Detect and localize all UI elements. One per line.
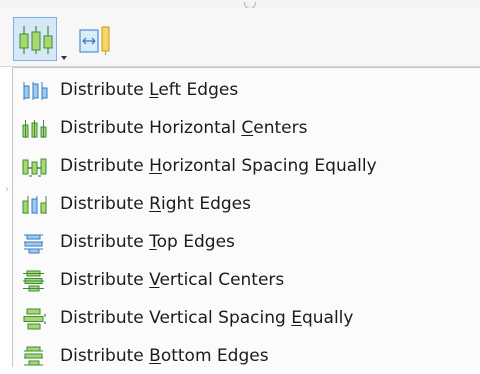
distribute-vertical-spacing-icon — [23, 308, 46, 330]
menu-item-label: Distribute Left Edges — [60, 80, 239, 100]
menu-item-label: Distribute Vertical Spacing Equally — [60, 308, 354, 328]
menu-item-distribute-left-edges[interactable]: Distribute Left Edges — [13, 72, 480, 108]
menu-item-distribute-bottom-edges[interactable]: Distribute Bottom Edges — [13, 338, 480, 374]
distribute-horizontal-icon — [19, 26, 53, 54]
distribute-left-edges-icon — [23, 82, 48, 100]
menu-item-distribute-vertical-centers[interactable]: Distribute Vertical Centers — [13, 262, 480, 298]
menu-item-distribute-horizontal-centers[interactable]: Distribute Horizontal Centers — [13, 110, 480, 146]
menu-item-distribute-top-edges[interactable]: Distribute Top Edges — [13, 224, 480, 260]
menu-item-label: Distribute Vertical Centers — [60, 270, 285, 290]
background-artifact: › — [5, 184, 9, 195]
fit-width-button[interactable] — [72, 17, 116, 61]
distribute-dropdown-button[interactable] — [13, 17, 67, 61]
chevron-down-icon — [61, 56, 67, 60]
distribute-top-edges-icon — [24, 234, 43, 254]
distribute-right-edges-icon — [22, 196, 47, 214]
toolbar — [0, 8, 480, 67]
menu-item-label: Distribute Horizontal Spacing Equally — [60, 156, 377, 176]
distribute-horizontal-centers-icon — [22, 120, 47, 138]
distribute-horizontal-spacing-icon — [22, 158, 47, 177]
menu-item-distribute-horizontal-spacing[interactable]: Distribute Horizontal Spacing Equally — [13, 148, 480, 184]
menu-item-label: Distribute Right Edges — [60, 194, 251, 214]
menu-item-distribute-vertical-spacing[interactable]: Distribute Vertical Spacing Equally — [13, 300, 480, 336]
menu-item-label: Distribute Bottom Edges — [60, 346, 269, 366]
menu-item-label: Distribute Horizontal Centers — [60, 118, 308, 138]
menu-item-label: Distribute Top Edges — [60, 232, 235, 252]
fit-width-icon — [79, 26, 110, 55]
menu-item-distribute-right-edges[interactable]: Distribute Right Edges — [13, 186, 480, 222]
distribute-vertical-centers-icon — [23, 270, 44, 292]
distribute-menu: Distribute Left Edges Distribute Horizon… — [12, 67, 480, 367]
distribute-bottom-edges-icon — [24, 346, 43, 366]
